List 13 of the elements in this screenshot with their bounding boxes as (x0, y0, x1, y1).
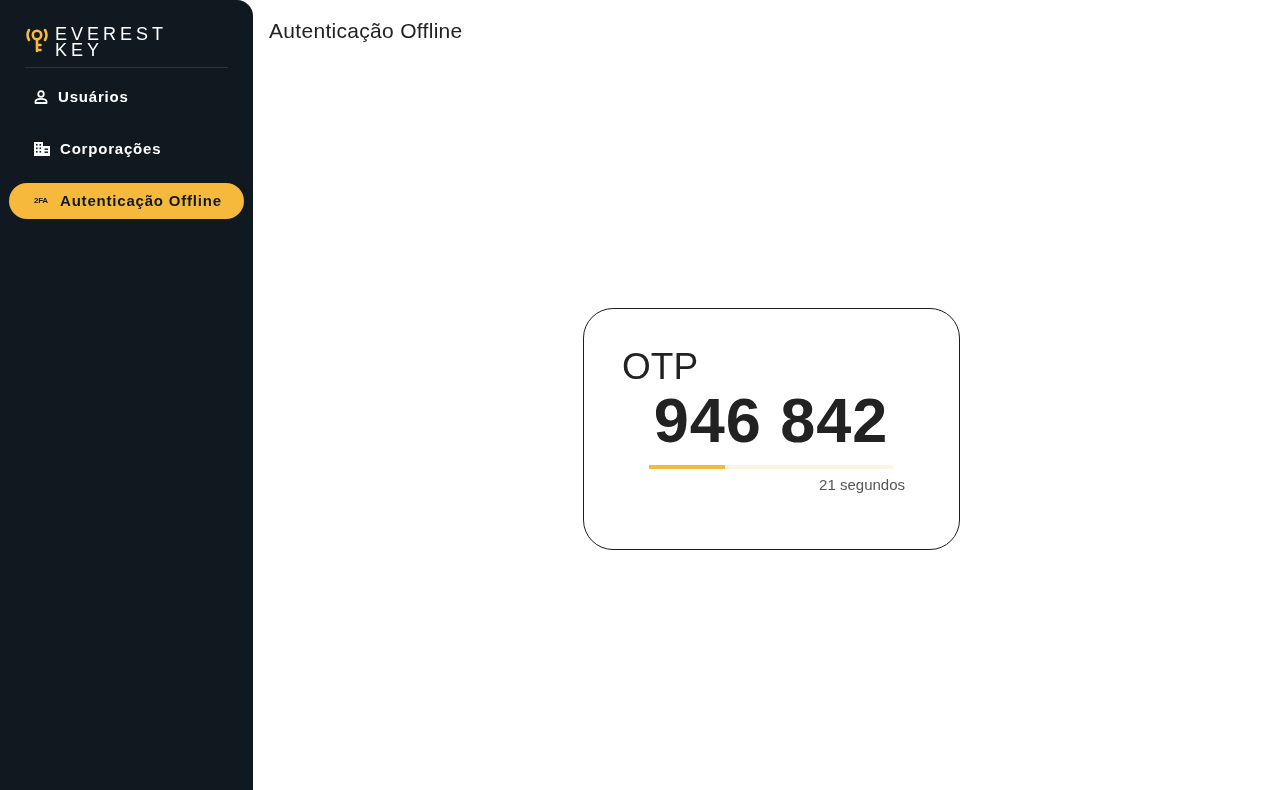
person-icon (34, 90, 48, 104)
page-title: Autenticação Offline (269, 18, 463, 44)
otp-code: 946 842 (652, 387, 890, 453)
key-logo-icon (25, 27, 49, 53)
icon-label: 2FA (34, 196, 49, 206)
logo-text: EVEREST (55, 26, 168, 42)
countdown-text: 21 segundos (819, 476, 905, 494)
logo-text: KEY (55, 42, 104, 58)
nav-item[interactable]: Corporações (9, 131, 244, 167)
nav-item[interactable]: 2FA Autenticação Offline (9, 183, 244, 219)
otp-heading: OTP (622, 347, 699, 387)
nav-item[interactable]: Usuários (9, 79, 244, 115)
building-icon (34, 142, 50, 156)
